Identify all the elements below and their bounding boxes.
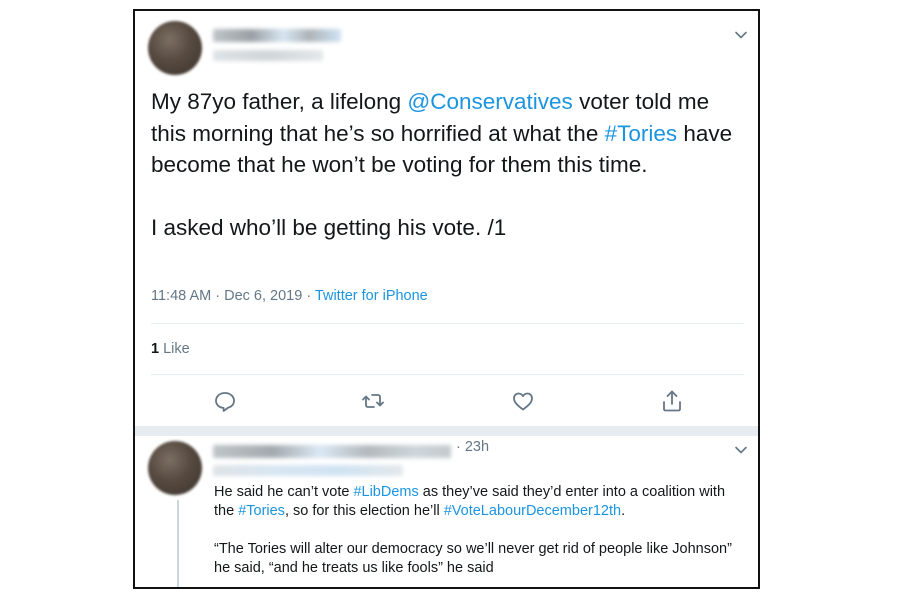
likes-label: Like xyxy=(159,341,190,357)
blurred-reply-display-name xyxy=(213,445,451,458)
votelabour-hashtag-link[interactable]: #VoteLabourDecember12th xyxy=(444,503,621,519)
meta-separator: · xyxy=(211,288,225,304)
reply-author-avatar[interactable] xyxy=(148,441,202,495)
share-icon[interactable] xyxy=(658,387,686,415)
reply-text-segment: . xyxy=(621,503,626,519)
blurred-username xyxy=(213,50,323,61)
section-separator xyxy=(135,426,758,436)
reply-paragraph-1: He said he can’t vote #LibDems as they’v… xyxy=(214,483,744,521)
reply-paragraph-2: “The Tories will alter our democracy so … xyxy=(214,541,732,576)
tweet-source-link[interactable]: Twitter for iPhone xyxy=(315,288,428,304)
tweet-paragraph-2: I asked who’ll be getting his vote. /1 xyxy=(151,215,507,240)
retweet-icon[interactable] xyxy=(359,387,387,415)
blurred-display-name xyxy=(213,29,341,42)
reply-icon[interactable] xyxy=(211,387,239,415)
tories-hashtag-link[interactable]: #Tories xyxy=(238,503,285,519)
divider xyxy=(151,323,744,324)
reply-timestamp[interactable]: · 23h xyxy=(456,439,489,455)
tories-hashtag-link[interactable]: #Tories xyxy=(605,121,678,146)
chevron-down-icon[interactable] xyxy=(733,27,749,43)
tweet-text-segment: My 87yo father, a lifelong xyxy=(151,89,408,114)
heart-icon[interactable] xyxy=(509,387,537,415)
thread-line xyxy=(177,500,179,587)
tweet-actions xyxy=(135,387,758,417)
chevron-down-icon[interactable] xyxy=(733,442,749,458)
likes-number: 1 xyxy=(151,341,160,357)
blurred-reply-username xyxy=(213,465,403,476)
likes-count[interactable]: 1 Like xyxy=(151,341,190,357)
libdems-hashtag-link[interactable]: #LibDems xyxy=(353,484,418,500)
tweet-paragraph-1: My 87yo father, a lifelong @Conservative… xyxy=(151,86,741,181)
reply-text-segment: He said he can’t vote xyxy=(214,484,354,500)
tweet-text: My 87yo father, a lifelong @Conservative… xyxy=(151,86,741,244)
tweet-meta: 11:48 AM · Dec 6, 2019 · Twitter for iPh… xyxy=(151,288,428,304)
tweet-time[interactable]: 11:48 AM xyxy=(151,288,211,304)
reply-text-segment: , so for this election he’ll xyxy=(284,503,444,519)
author-avatar[interactable] xyxy=(148,21,202,75)
conservatives-mention-link[interactable]: @Conservatives xyxy=(407,89,572,114)
tweet-screenshot-frame: My 87yo father, a lifelong @Conservative… xyxy=(133,9,760,589)
tweet-date[interactable]: Dec 6, 2019 xyxy=(224,288,302,304)
reply-text: He said he can’t vote #LibDems as they’v… xyxy=(214,483,744,578)
meta-separator: · xyxy=(302,288,315,304)
divider xyxy=(151,374,744,375)
